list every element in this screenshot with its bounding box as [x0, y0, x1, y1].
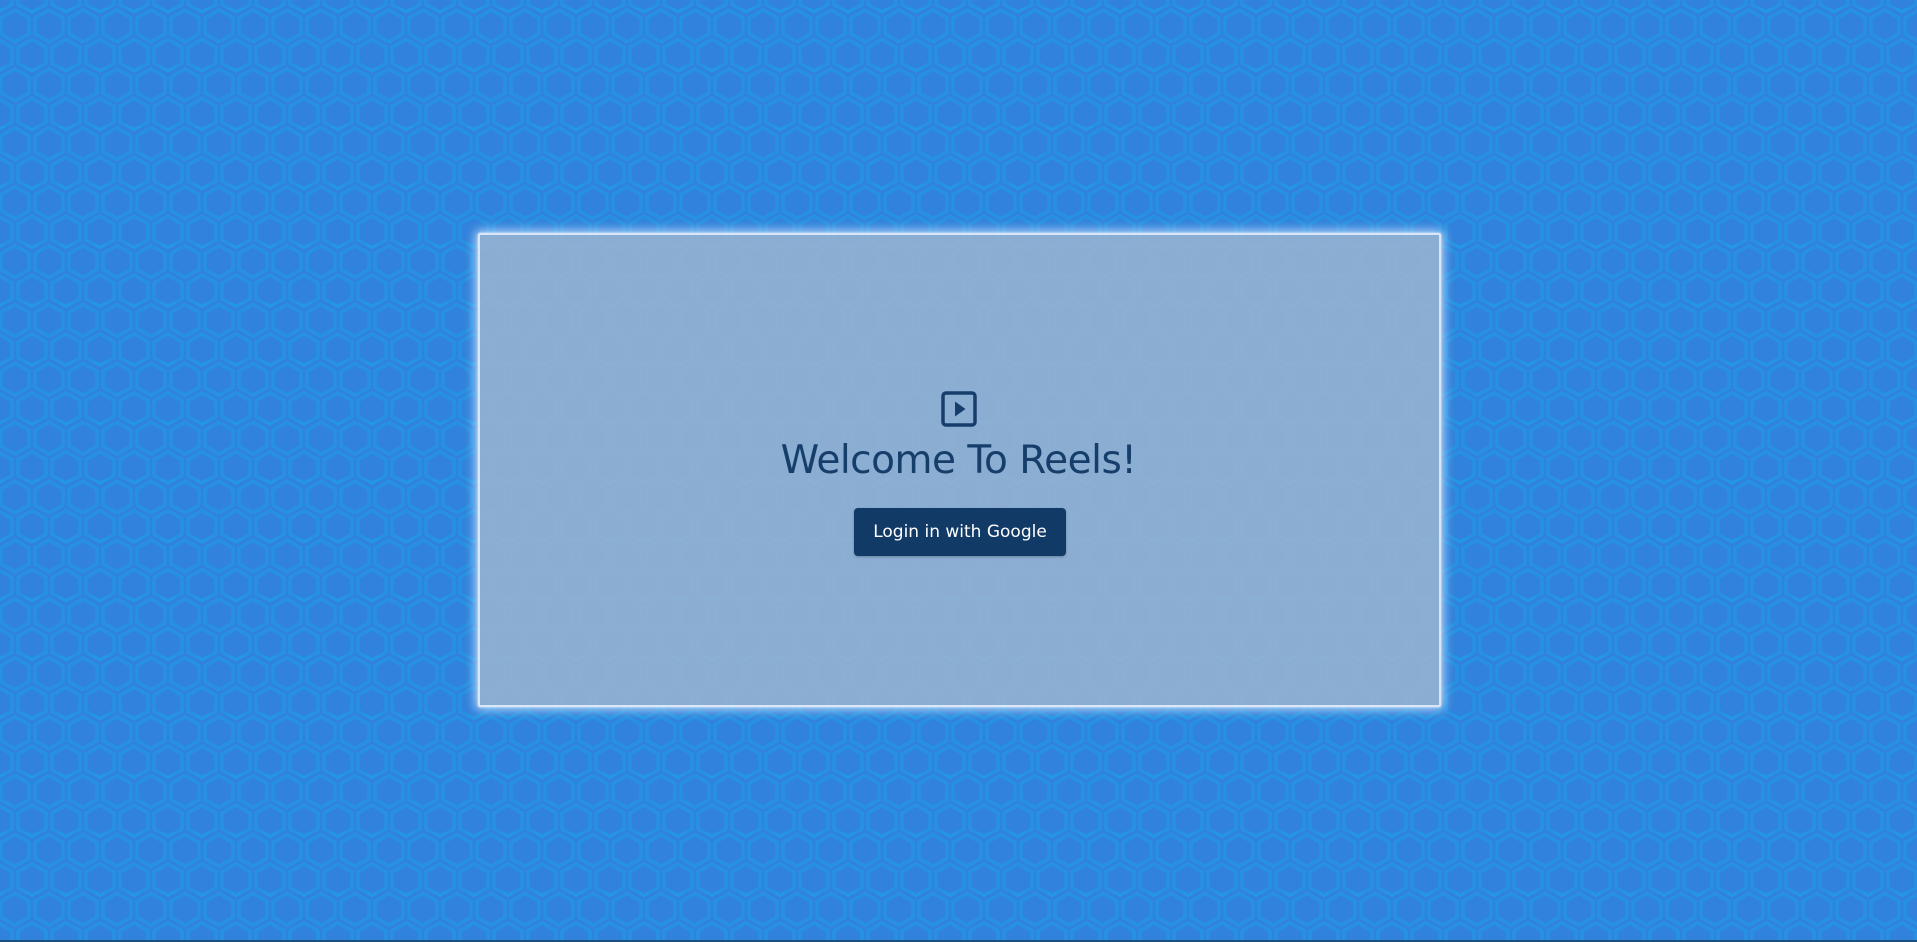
login-with-google-button[interactable]: Login in with Google — [854, 508, 1066, 556]
welcome-title: Welcome To Reels! — [780, 438, 1137, 483]
play-square-icon — [941, 391, 977, 427]
